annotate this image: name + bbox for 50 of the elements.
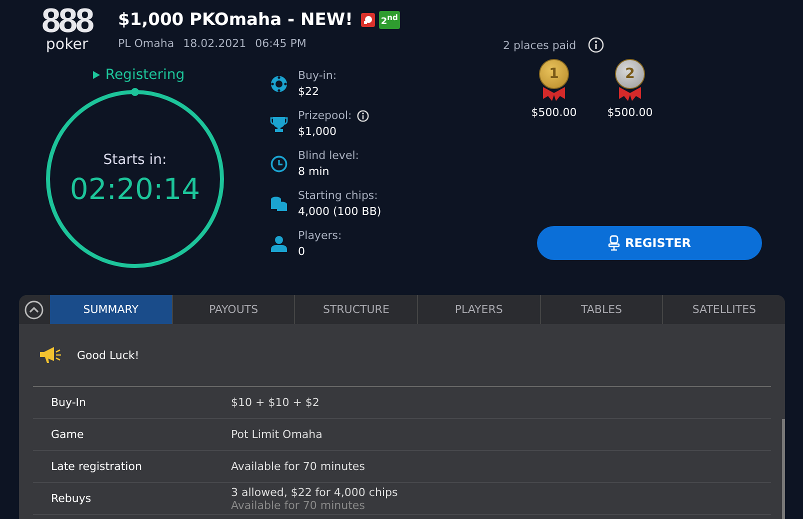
detail-value: Pot Limit Omaha bbox=[231, 428, 322, 441]
info-label: Buy-in: bbox=[298, 69, 337, 82]
badge: 2$^{nd}$ bbox=[378, 11, 400, 29]
info-value: $22 bbox=[298, 85, 320, 98]
ribbon-icon bbox=[617, 87, 643, 101]
prize-amount: $500.00 bbox=[531, 106, 577, 119]
detail-value: 3 allowed, $22 for 4,000 chips bbox=[231, 486, 398, 498]
collapse-icon bbox=[24, 300, 44, 320]
status-label: Registering bbox=[93, 67, 185, 83]
ribbon-icon bbox=[541, 87, 567, 101]
detail-label: Rebuys bbox=[51, 492, 92, 505]
places-paid-label: 2 places paid bbox=[503, 38, 576, 52]
logo-digits: 888 bbox=[42, 6, 92, 36]
info-value: 8 min bbox=[298, 165, 330, 178]
person-icon bbox=[270, 234, 288, 252]
seat-icon bbox=[608, 235, 620, 251]
megaphone-icon bbox=[40, 346, 62, 364]
play-icon bbox=[93, 71, 100, 79]
game-type: PL Omaha bbox=[118, 37, 174, 50]
tournament-title: $1,000 PKOmaha - NEW! bbox=[118, 10, 353, 30]
countdown-label: Starts in: bbox=[103, 152, 167, 168]
detail-label: Late registration bbox=[51, 460, 143, 473]
detail-label: Game bbox=[51, 428, 85, 441]
chip-stack-icon bbox=[270, 194, 288, 212]
countdown-value: 02:20:14 bbox=[70, 172, 200, 206]
tab[interactable]: SATELLITES bbox=[663, 295, 785, 324]
info-label: Starting chips: bbox=[298, 189, 378, 202]
start-time: 06:45 PM bbox=[255, 37, 306, 50]
info-icon bbox=[588, 37, 604, 53]
tab[interactable]: SUMMARY bbox=[50, 295, 173, 324]
info-label: Prizepool: bbox=[298, 109, 352, 122]
message-text: Good Luck! bbox=[77, 348, 140, 362]
info-value: 4,000 (100 BB) bbox=[298, 205, 382, 218]
info-label: Blind level: bbox=[298, 149, 359, 162]
detail-value: Available for 70 minutes bbox=[231, 460, 365, 473]
register-button[interactable]: REGISTER bbox=[537, 226, 762, 260]
poker-chip-icon bbox=[270, 74, 288, 92]
info-value: $1,000 bbox=[298, 125, 338, 138]
info-icon bbox=[356, 110, 369, 122]
start-date: 18.02.2021 bbox=[183, 37, 246, 50]
scrollbar[interactable] bbox=[782, 419, 785, 519]
trophy-icon bbox=[270, 114, 288, 132]
detail-note: Available for 70 minutes bbox=[231, 498, 366, 512]
detail-value: $10 + $10 + $2 bbox=[231, 396, 320, 409]
info-label: Players: bbox=[298, 229, 342, 242]
clock-icon bbox=[270, 154, 288, 172]
detail-label: Buy-In bbox=[51, 396, 88, 409]
prize-amount: $500.00 bbox=[607, 106, 653, 119]
logo-word: poker bbox=[46, 36, 88, 52]
info-value: 0 bbox=[298, 245, 306, 258]
